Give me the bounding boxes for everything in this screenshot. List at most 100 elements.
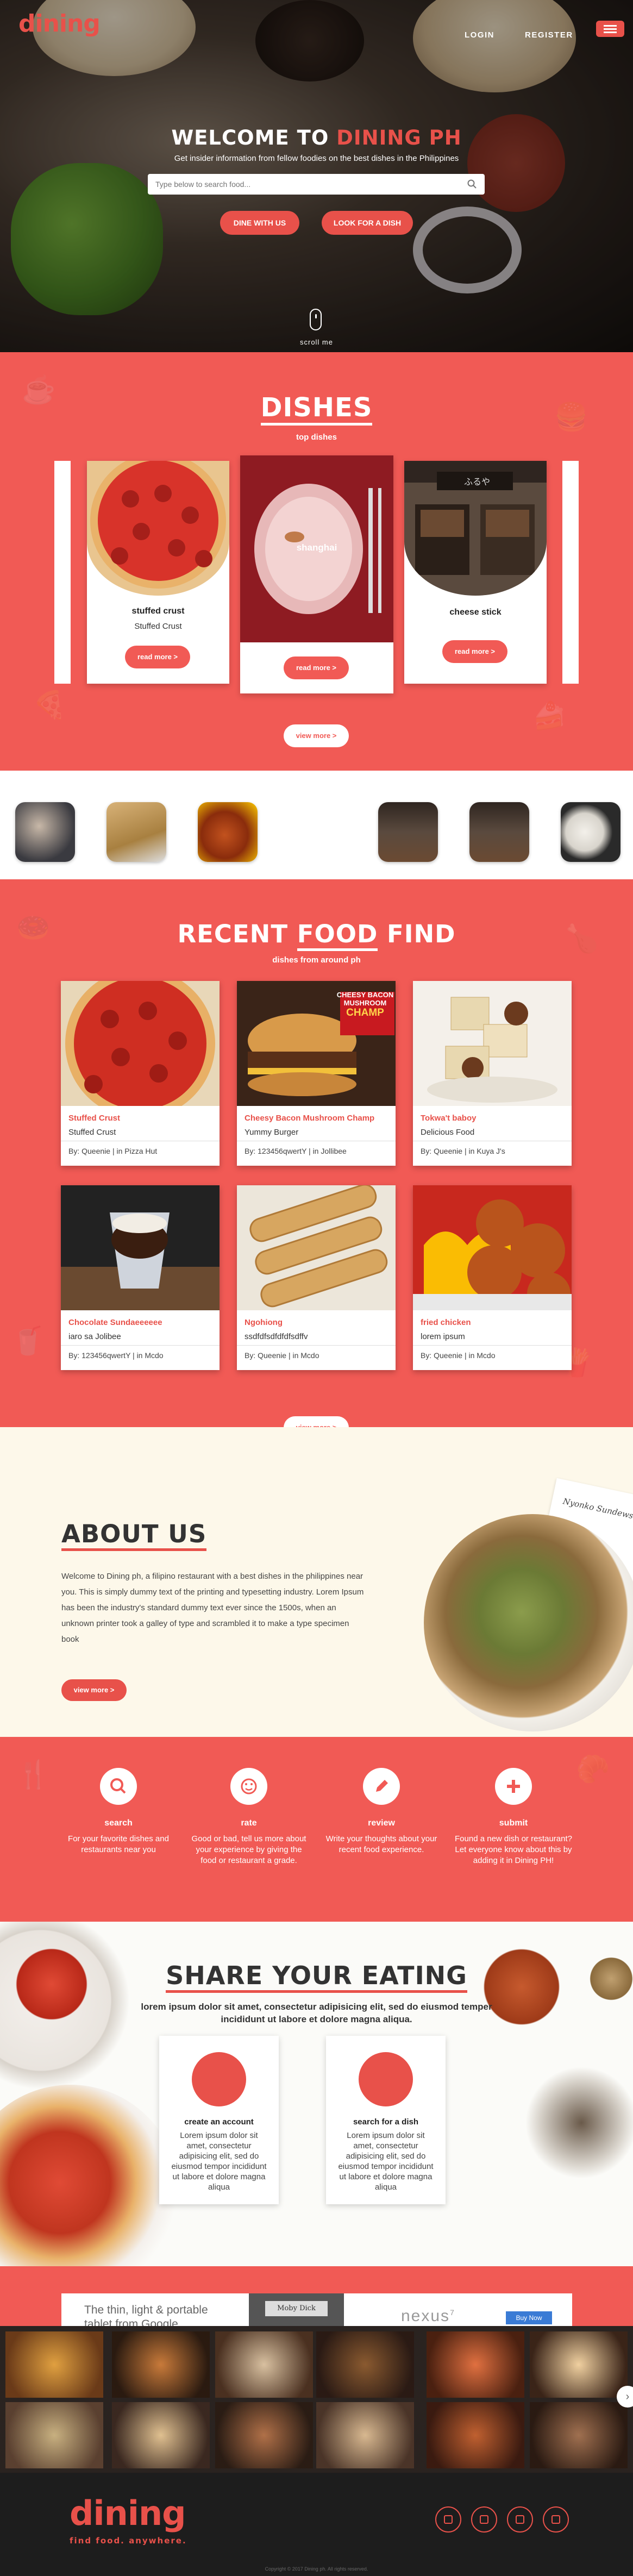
dine-with-us-button[interactable]: DINE WITH US — [220, 211, 299, 235]
dishes-view-more-button[interactable]: view more > — [284, 724, 349, 747]
fried-chicken-thumbnail[interactable] — [198, 802, 258, 862]
about-view-more-button[interactable]: view more > — [61, 1679, 127, 1701]
food-author: By: Queenie | in Mcdo — [237, 1345, 396, 1365]
site-logo[interactable]: dining — [18, 10, 101, 37]
copyright-text: Copyright © 2017 Dining ph. All rights r… — [265, 2566, 368, 2572]
ad-brand: nexus7 — [401, 2307, 455, 2325]
search-icon[interactable] — [100, 1768, 137, 1805]
food-description: ssdfdfsdfdfdfsdffv — [245, 1332, 308, 1341]
share-card-title: create an account — [184, 2117, 254, 2127]
nav-login-link[interactable]: LOGIN — [465, 30, 494, 40]
about-title: ABOUT US — [61, 1520, 207, 1551]
mouse-icon[interactable] — [310, 309, 322, 330]
salad-bowl-image — [424, 1514, 633, 1731]
burger-caption: MUSHROOM — [343, 999, 387, 1007]
food-card[interactable]: Chocolate Sundaeeeeee iaro sa Jolibee By… — [61, 1185, 220, 1370]
about-text: Welcome to Dining ph, a filipino restaur… — [61, 1572, 364, 1644]
ngohiong-thumbnail[interactable] — [106, 802, 166, 862]
search-icon[interactable] — [467, 179, 477, 189]
hero-subtitle: Get insider information from fellow food… — [174, 154, 459, 163]
look-for-a-dish-button[interactable]: LOOK FOR A DISH — [322, 211, 413, 235]
instagram-icon[interactable] — [507, 2506, 533, 2533]
feature-text: For your favorite dishes and restaurants… — [68, 1834, 169, 1854]
dish-card[interactable]: ふるや cheese stick read more > — [404, 461, 547, 684]
twitter-icon[interactable] — [471, 2506, 497, 2533]
gallery-photo[interactable] — [427, 2331, 524, 2398]
burger-caption: CHEESY BACON — [336, 991, 394, 999]
food-author: By: Queenie | in Mcdo — [413, 1345, 572, 1365]
food-name[interactable]: Chocolate Sundaeeeeee — [68, 1318, 162, 1327]
food-name[interactable]: fried chicken — [421, 1318, 471, 1327]
smiley-icon[interactable] — [230, 1768, 267, 1805]
gallery-photo[interactable] — [215, 2331, 313, 2398]
hero-title: WELCOME TO DINING PH — [171, 126, 462, 149]
search-input[interactable] — [155, 174, 460, 195]
ad-book-title: Moby Dick — [265, 2301, 328, 2316]
share-section: SHARE YOUR EATING lorem ipsum dolor sit … — [0, 1922, 633, 2266]
food-name[interactable]: Tokwa't baboy — [421, 1114, 476, 1123]
food-card[interactable]: Tokwa't baboy Delicious Food By: Queenie… — [413, 981, 572, 1166]
food-card[interactable]: Stuffed Crust Stuffed Crust By: Queenie … — [61, 981, 220, 1166]
feature-title: submit — [499, 1818, 528, 1828]
plus-icon[interactable] — [495, 1768, 532, 1805]
dish-name: stuffed crust — [131, 607, 185, 616]
ngohiong-image — [237, 1185, 396, 1310]
gallery-photo[interactable] — [427, 2402, 524, 2468]
sundae-thumbnail[interactable] — [15, 802, 75, 862]
search-dish-icon — [359, 2052, 413, 2106]
gallery-photo[interactable] — [5, 2331, 103, 2398]
gallery-photo[interactable] — [215, 2402, 313, 2468]
read-more-button[interactable]: read more > — [442, 640, 507, 663]
restaurant-storefront-image: ふるや — [404, 461, 547, 596]
dish-card[interactable]: shanghai read more > — [240, 455, 393, 693]
tokwat-baboy-image — [413, 981, 572, 1106]
gallery-photo[interactable] — [112, 2402, 210, 2468]
buy-now-button[interactable]: Buy Now — [506, 2311, 552, 2324]
food-name[interactable]: Ngohiong — [245, 1318, 283, 1327]
nav-register-link[interactable]: REGISTER — [525, 30, 573, 40]
food-description: Yummy Burger — [245, 1128, 299, 1137]
fried-chicken-image — [413, 1185, 572, 1310]
food-card[interactable]: Ngohiong ssdfdfsdfdfdfsdffv By: Queenie … — [237, 1185, 396, 1370]
create-account-icon — [192, 2052, 246, 2106]
ad-text: The thin, light & portable — [84, 2304, 208, 2316]
gallery-photo[interactable] — [530, 2331, 628, 2398]
plate-thumbnail[interactable] — [561, 802, 621, 862]
scroll-label: scroll me — [299, 338, 333, 346]
footer-tagline: find food. anywhere. — [70, 2536, 187, 2546]
feature-title: rate — [241, 1818, 257, 1828]
gallery-photo[interactable] — [530, 2402, 628, 2468]
pencil-icon[interactable] — [363, 1768, 400, 1805]
read-more-button[interactable]: read more > — [125, 646, 190, 668]
facebook-icon[interactable] — [435, 2506, 461, 2533]
food-name[interactable]: Stuffed Crust — [68, 1114, 120, 1123]
restaurant-thumbnail[interactable] — [469, 802, 529, 862]
pizza-image — [87, 461, 229, 596]
dish-thumbnail-strip — [0, 771, 633, 879]
email-icon[interactable] — [543, 2506, 569, 2533]
gallery-photo[interactable] — [316, 2402, 414, 2468]
recent-title: RECENT FOOD FIND — [0, 920, 633, 951]
hamburger-menu-button[interactable] — [596, 21, 624, 37]
hero-search-box — [148, 174, 485, 195]
share-card[interactable]: create an account Lorem ipsum dolor sit … — [159, 2036, 279, 2204]
restaurant-thumbnail[interactable] — [378, 802, 438, 862]
footer-logo[interactable]: dining — [70, 2493, 186, 2533]
hero-section: dining LOGIN REGISTER WELCOME TO DINING … — [0, 0, 633, 352]
read-more-button[interactable]: read more > — [284, 656, 349, 679]
burger-image: CHEESY BACON MUSHROOM CHAMP — [237, 981, 396, 1106]
share-card[interactable]: search for a dish Lorem ipsum dolor sit … — [326, 2036, 446, 2204]
food-name[interactable]: Cheesy Bacon Mushroom Champ — [245, 1114, 374, 1123]
burger-caption: CHAMP — [346, 1007, 384, 1018]
feature-text: Good or bad, tell us more about your exp… — [191, 1834, 306, 1865]
about-section: ABOUT US Welcome to Dining ph, a filipin… — [0, 1427, 633, 1737]
dish-name: cheese stick — [449, 608, 502, 617]
dish-card[interactable]: stuffed crust Stuffed Crust read more > — [87, 461, 229, 684]
gallery-photo[interactable] — [112, 2331, 210, 2398]
carousel-card-edge — [562, 461, 579, 684]
gallery-photo[interactable] — [316, 2331, 414, 2398]
food-card[interactable]: fried chicken lorem ipsum By: Queenie | … — [413, 1185, 572, 1370]
food-author: By: Queenie | in Kuya J's — [413, 1141, 572, 1161]
gallery-photo[interactable] — [5, 2402, 103, 2468]
food-card[interactable]: CHEESY BACON MUSHROOM CHAMP Cheesy Bacon… — [237, 981, 396, 1166]
